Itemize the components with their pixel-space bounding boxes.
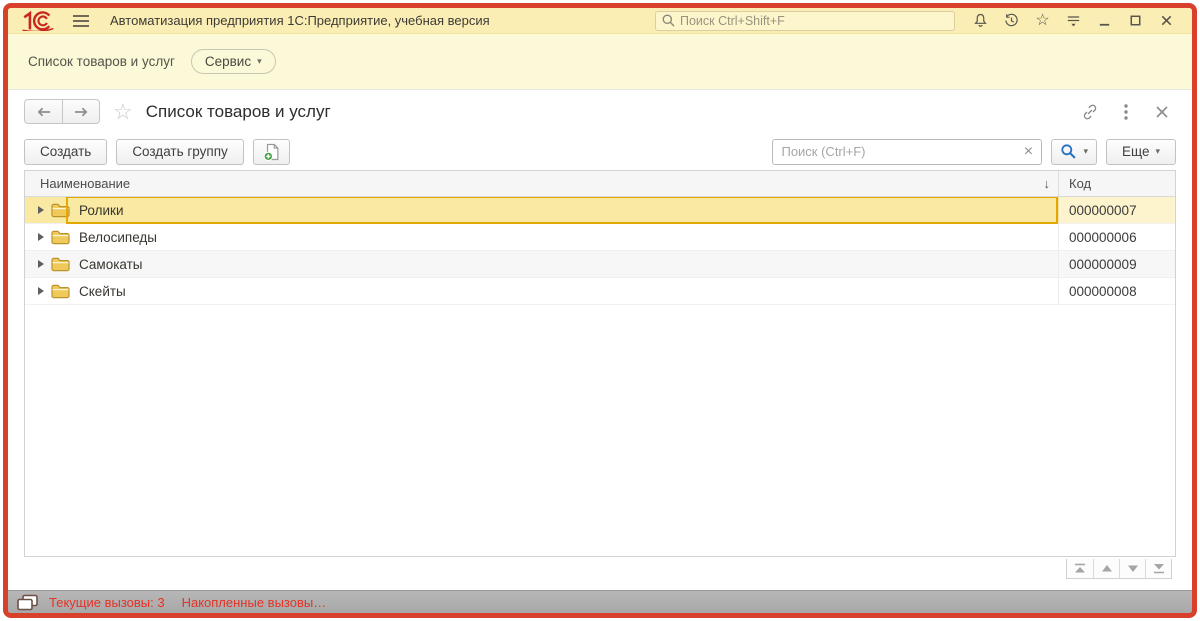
get-link-icon[interactable]	[1076, 100, 1104, 124]
more-button[interactable]: Еще ▾	[1106, 138, 1176, 165]
list-form: ☆ Список товаров и услуг Создать Создать…	[8, 90, 1192, 590]
expand-triangle-icon[interactable]	[38, 206, 44, 214]
folder-icon	[51, 203, 70, 218]
app-title: Автоматизация предприятия 1С:Предприятие…	[110, 13, 490, 28]
close-form-button[interactable]	[1148, 100, 1176, 124]
service-settings-icon[interactable]	[1058, 9, 1089, 33]
name-cell[interactable]: Самокаты	[25, 251, 1058, 277]
column-header-name[interactable]: Наименование ↓	[25, 171, 1058, 196]
open-window-tab[interactable]: Список товаров и услуг	[28, 54, 175, 69]
code-cell[interactable]: 000000009	[1058, 251, 1175, 277]
back-button[interactable]	[25, 100, 62, 123]
form-header: ☆ Список товаров и услуг	[8, 90, 1192, 133]
find-button[interactable]: ▾	[1051, 138, 1097, 165]
create-by-copy-button[interactable]	[252, 138, 290, 165]
global-search-box[interactable]	[655, 10, 955, 31]
folder-icon	[51, 284, 70, 299]
history-icon[interactable]	[996, 9, 1027, 33]
service-menu-button[interactable]: Сервис ▾	[190, 49, 276, 74]
search-icon	[1061, 144, 1077, 159]
item-code: 000000008	[1069, 283, 1137, 299]
app-window: Автоматизация предприятия 1С:Предприятие…	[3, 3, 1197, 618]
item-name: Велосипеды	[79, 229, 157, 245]
expand-triangle-icon[interactable]	[38, 260, 44, 268]
name-cell[interactable]: Велосипеды	[25, 224, 1058, 250]
clear-search-icon[interactable]: ×	[1015, 140, 1041, 164]
create-button[interactable]: Создать	[24, 138, 108, 165]
main-menu-icon[interactable]	[72, 14, 90, 28]
command-bar: Создать Создать группу ×	[8, 133, 1192, 170]
go-up-icon[interactable]	[1093, 559, 1119, 578]
folder-icon	[51, 230, 70, 245]
bottom-strip	[8, 557, 1192, 590]
go-to-top-icon[interactable]	[1067, 559, 1093, 578]
table-row[interactable]: Велосипеды 000000006	[25, 224, 1175, 251]
chevron-down-icon: ▾	[1083, 146, 1088, 156]
current-calls-label[interactable]: Текущие вызовы: 3	[49, 595, 165, 610]
item-code: 000000006	[1069, 229, 1137, 245]
table-row[interactable]: Скейты 000000008	[25, 278, 1175, 305]
cascade-windows-icon	[17, 594, 38, 610]
folder-icon	[51, 257, 70, 272]
chevron-down-icon: ▾	[257, 56, 262, 66]
list-search-input[interactable]	[773, 144, 1016, 159]
search-icon	[662, 14, 675, 27]
1c-logo-icon	[20, 10, 56, 31]
chevron-down-icon: ▾	[1155, 146, 1160, 156]
close-window-button[interactable]	[1151, 9, 1182, 33]
performance-status-bar: Текущие вызовы: 3 Накопленные вызовы…	[8, 590, 1192, 613]
create-group-button[interactable]: Создать группу	[116, 138, 244, 165]
favorites-star-icon[interactable]: ☆	[1027, 9, 1058, 33]
item-name: Самокаты	[79, 256, 143, 272]
code-cell[interactable]: 000000006	[1058, 224, 1175, 250]
table-row[interactable]: Самокаты 000000009	[25, 251, 1175, 278]
expand-triangle-icon[interactable]	[38, 233, 44, 241]
minimize-button[interactable]	[1089, 9, 1120, 33]
global-search-input[interactable]	[680, 13, 948, 28]
document-plus-icon	[263, 143, 279, 161]
maximize-button[interactable]	[1120, 9, 1151, 33]
code-cell[interactable]: 000000008	[1058, 278, 1175, 304]
form-header-icons	[1076, 100, 1176, 124]
item-code: 000000009	[1069, 256, 1137, 272]
go-to-bottom-icon[interactable]	[1145, 559, 1171, 578]
name-cell[interactable]: Скейты	[25, 278, 1058, 304]
more-actions-kebab-icon[interactable]	[1112, 100, 1140, 124]
table-row[interactable]: Ролики 000000007	[25, 197, 1175, 224]
item-code: 000000007	[1069, 202, 1137, 218]
sort-descending-icon: ↓	[1043, 176, 1051, 191]
page-title: Список товаров и услуг	[145, 101, 331, 121]
list-search-box[interactable]: ×	[772, 138, 1043, 165]
name-cell[interactable]: Ролики	[25, 197, 1058, 224]
expand-triangle-icon[interactable]	[38, 287, 44, 295]
open-windows-panel: Список товаров и услуг Сервис ▾	[8, 34, 1192, 90]
column-header-code[interactable]: Код	[1058, 171, 1175, 196]
notifications-bell-icon[interactable]	[965, 9, 996, 33]
list-scroll-buttons	[1066, 559, 1172, 579]
accumulated-calls-label[interactable]: Накопленные вызовы…	[182, 595, 327, 610]
item-name: Скейты	[79, 283, 126, 299]
items-table: Наименование ↓ Код Ролики 000000007 Вело…	[24, 170, 1176, 557]
table-header: Наименование ↓ Код	[25, 171, 1175, 197]
go-down-icon[interactable]	[1119, 559, 1145, 578]
titlebar: Автоматизация предприятия 1С:Предприятие…	[8, 8, 1192, 34]
table-body: Ролики 000000007 Велосипеды 000000006 Са…	[25, 197, 1175, 556]
titlebar-icons: ☆	[965, 9, 1182, 33]
forward-button[interactable]	[62, 100, 99, 123]
code-cell[interactable]: 000000007	[1058, 197, 1175, 223]
item-name: Ролики	[79, 202, 124, 218]
history-nav-group	[24, 99, 100, 124]
add-to-favorites-star-icon[interactable]: ☆	[113, 100, 133, 123]
